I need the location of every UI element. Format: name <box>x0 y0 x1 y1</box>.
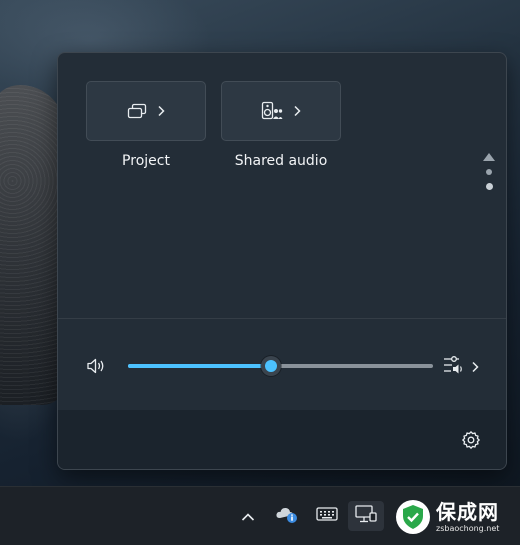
shared-audio-icon <box>261 101 283 121</box>
chevron-right-icon <box>293 105 301 117</box>
volume-row <box>58 351 506 381</box>
page-up-icon[interactable] <box>483 153 495 161</box>
touch-keyboard-button[interactable] <box>312 501 342 531</box>
watermark-title: 保成网 <box>436 499 499 524</box>
wallpaper-rock <box>0 85 65 405</box>
quick-settings-footer <box>58 410 506 469</box>
page-dot-1[interactable] <box>486 169 492 175</box>
chevron-right-icon <box>157 105 165 117</box>
tile-label-shared-audio: Shared audio <box>234 153 328 169</box>
onedrive-tray-button[interactable] <box>272 501 302 531</box>
page-indicator <box>482 153 496 190</box>
project-button[interactable] <box>86 81 206 141</box>
chevron-right-icon <box>471 358 479 377</box>
onedrive-icon <box>275 504 299 528</box>
project-icon <box>127 103 147 119</box>
divider <box>58 318 506 319</box>
volume-slider[interactable] <box>128 356 433 376</box>
quick-settings-tray-button[interactable] <box>348 501 384 531</box>
page-dot-2[interactable] <box>485 183 493 190</box>
show-hidden-icons-button[interactable] <box>234 501 262 531</box>
speaker-icon[interactable] <box>86 357 106 379</box>
network-icon <box>355 504 377 528</box>
audio-mixer-button[interactable] <box>443 355 479 379</box>
volume-slider-thumb[interactable] <box>261 356 282 376</box>
tile-label-project: Project <box>122 153 170 169</box>
quick-settings-panel: Project Shared audio <box>57 52 507 470</box>
watermark-subtitle: zsbaochong.net <box>436 523 500 533</box>
keyboard-icon <box>316 506 338 526</box>
volume-slider-fill <box>128 364 272 368</box>
shield-check-icon <box>396 500 430 534</box>
chevron-up-icon <box>241 507 255 526</box>
site-watermark: 保成网 zsbaochong.net <box>396 494 516 540</box>
tile-project: Project <box>86 81 206 169</box>
quick-settings-tiles: Project Shared audio <box>86 81 341 169</box>
audio-mixer-icon <box>443 355 465 379</box>
tile-shared-audio: Shared audio <box>221 81 341 169</box>
shared-audio-button[interactable] <box>221 81 341 141</box>
gear-icon[interactable] <box>461 430 481 454</box>
